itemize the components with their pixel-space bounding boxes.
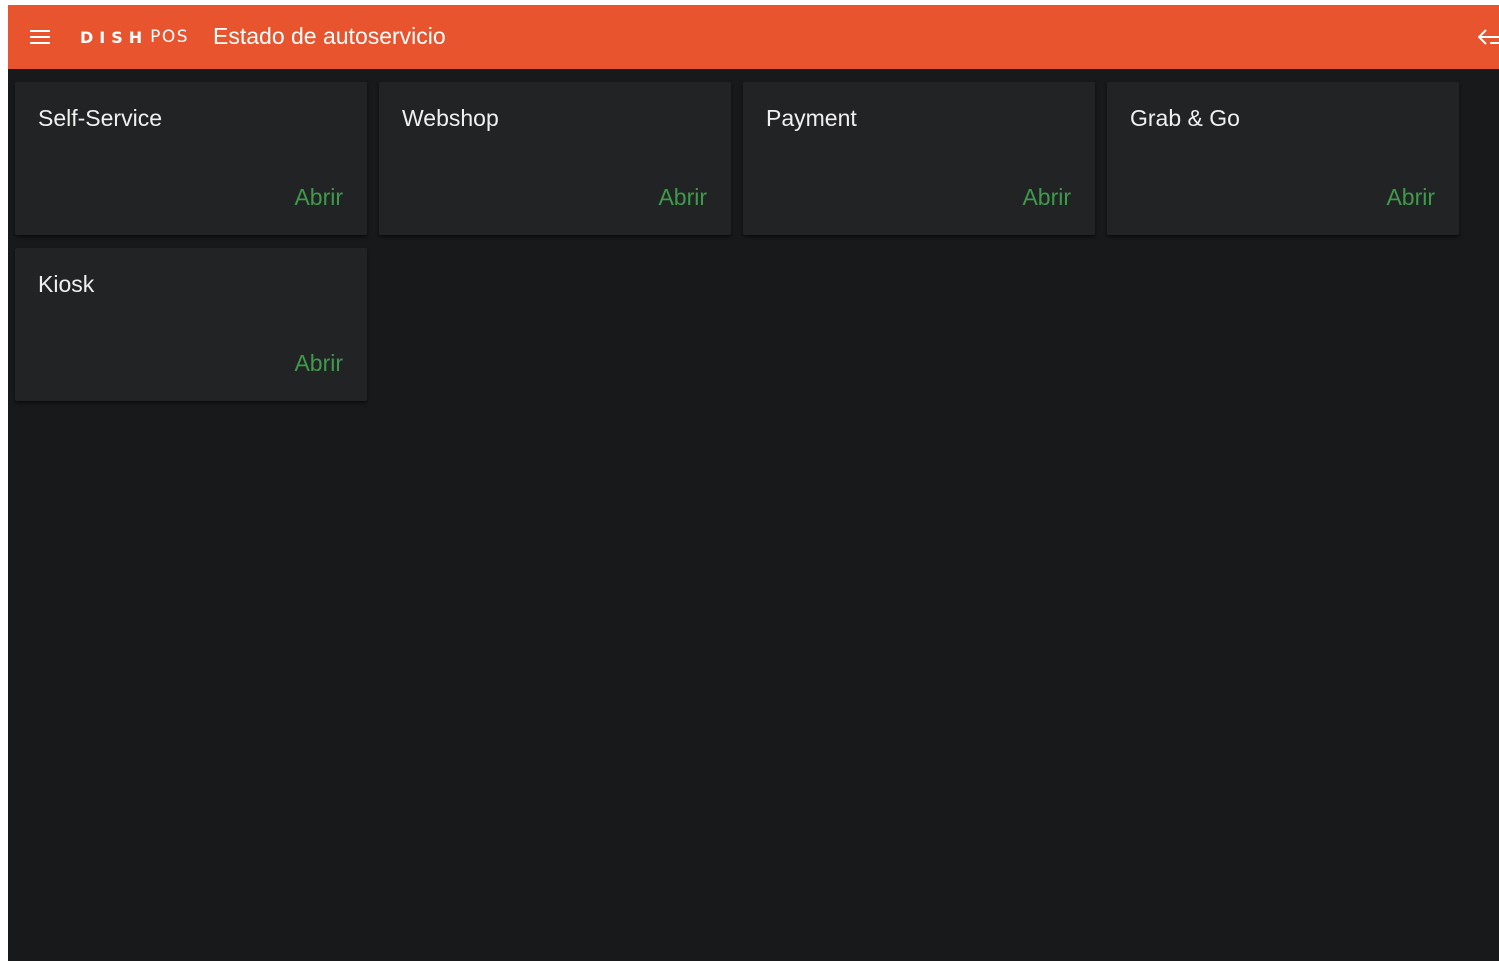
card-payment[interactable]: Payment Abrir	[743, 82, 1095, 235]
card-title: Payment	[766, 105, 857, 131]
open-button[interactable]: Abrir	[658, 184, 707, 211]
open-button[interactable]: Abrir	[294, 350, 343, 377]
open-button[interactable]: Abrir	[1386, 184, 1435, 211]
open-button[interactable]: Abrir	[294, 184, 343, 211]
card-title: Kiosk	[38, 271, 95, 297]
top-app-bar: DISH POS Estado de autoservicio	[8, 5, 1499, 69]
hamburger-menu-icon[interactable]	[30, 29, 50, 45]
logout-arrow-icon[interactable]	[1477, 25, 1499, 49]
card-title: Grab & Go	[1130, 105, 1240, 131]
card-kiosk[interactable]: Kiosk Abrir	[15, 248, 367, 401]
card-webshop[interactable]: Webshop Abrir	[379, 82, 731, 235]
card-title: Webshop	[402, 105, 499, 131]
card-self-service[interactable]: Self-Service Abrir	[15, 82, 367, 235]
dish-pos-logo: DISH POS	[80, 25, 189, 49]
logo-brand-primary: DISH	[80, 27, 149, 47]
page-title: Estado de autoservicio	[213, 23, 446, 49]
app-window: DISH POS Estado de autoservicio Self-Ser…	[8, 5, 1499, 961]
open-button[interactable]: Abrir	[1022, 184, 1071, 211]
card-title: Self-Service	[38, 105, 162, 131]
card-grab-and-go[interactable]: Grab & Go Abrir	[1107, 82, 1459, 235]
logo-brand-secondary: POS	[150, 27, 190, 47]
